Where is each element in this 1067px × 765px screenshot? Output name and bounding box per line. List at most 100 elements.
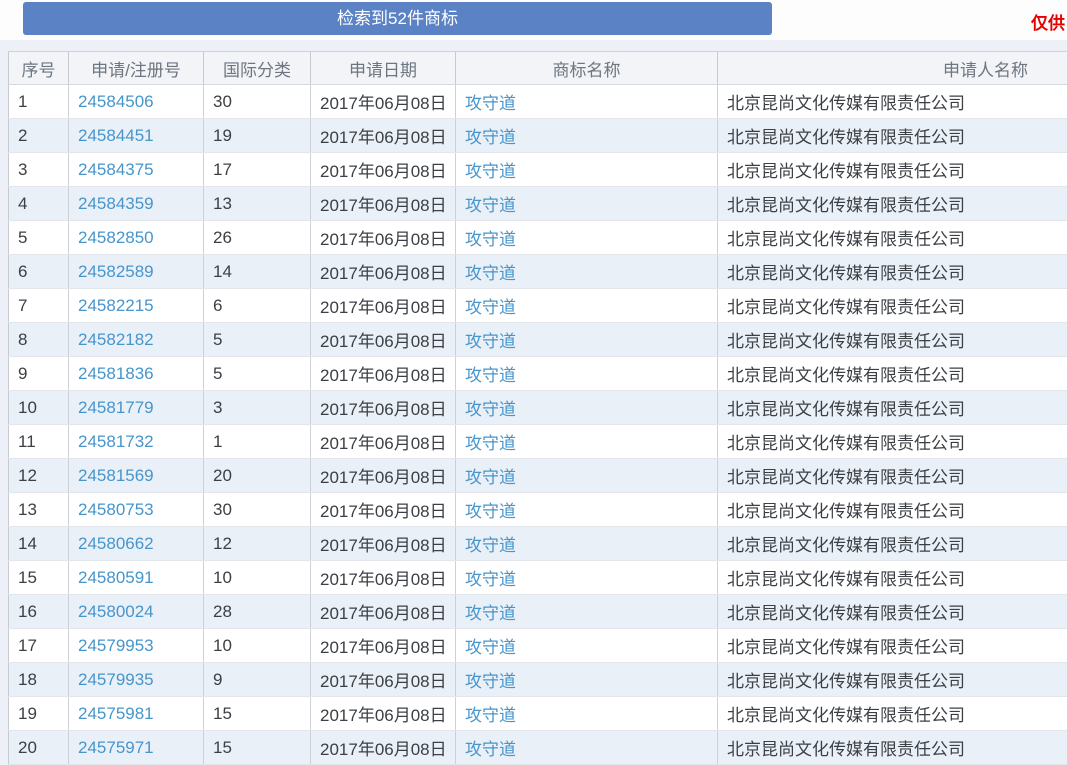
column-header-applicant-name: 申请人名称: [718, 52, 1067, 85]
cell-application-date: 2017年06月08日: [311, 323, 456, 357]
cell-trademark-name: 攻守道: [456, 357, 718, 391]
table-row: 124584506302017年06月08日攻守道北京昆尚文化传媒有限责任公司: [9, 85, 1067, 119]
cell-intl-class: 30: [204, 85, 311, 119]
results-table-wrap: 序号申请/注册号国际分类申请日期商标名称申请人名称 12458450630201…: [8, 51, 1067, 765]
trademark-name-link[interactable]: 攻守道: [465, 366, 516, 385]
trademark-name-link[interactable]: 攻守道: [465, 128, 516, 147]
cell-intl-class: 30: [204, 493, 311, 527]
cell-applicant-name: 北京昆尚文化传媒有限责任公司: [718, 289, 1067, 323]
cell-trademark-name: 攻守道: [456, 255, 718, 289]
application-number-link[interactable]: 24581779: [78, 398, 154, 417]
application-number-link[interactable]: 24584506: [78, 92, 154, 111]
application-number-link[interactable]: 24581732: [78, 432, 154, 451]
table-row: 1924575981152017年06月08日攻守道北京昆尚文化传媒有限责任公司: [9, 697, 1067, 731]
application-number-link[interactable]: 24580753: [78, 500, 154, 519]
trademark-name-link[interactable]: 攻守道: [465, 332, 516, 351]
cell-index: 9: [9, 357, 69, 391]
trademark-name-link[interactable]: 攻守道: [465, 230, 516, 249]
trademark-name-link[interactable]: 攻守道: [465, 298, 516, 317]
application-number-link[interactable]: 24582589: [78, 262, 154, 281]
cell-application-number: 24581836: [69, 357, 204, 391]
cell-intl-class: 13: [204, 187, 311, 221]
cell-trademark-name: 攻守道: [456, 289, 718, 323]
cell-intl-class: 6: [204, 289, 311, 323]
cell-application-date: 2017年06月08日: [311, 85, 456, 119]
cell-intl-class: 10: [204, 629, 311, 663]
trademark-name-link[interactable]: 攻守道: [465, 94, 516, 113]
trademark-name-link[interactable]: 攻守道: [465, 706, 516, 725]
cell-trademark-name: 攻守道: [456, 425, 718, 459]
trademark-name-link[interactable]: 攻守道: [465, 162, 516, 181]
cell-application-number: 24575971: [69, 731, 204, 765]
cell-index: 20: [9, 731, 69, 765]
table-row: 82458218252017年06月08日攻守道北京昆尚文化传媒有限责任公司: [9, 323, 1067, 357]
application-number-link[interactable]: 24575981: [78, 704, 154, 723]
cell-trademark-name: 攻守道: [456, 731, 718, 765]
application-number-link[interactable]: 24580024: [78, 602, 154, 621]
cell-intl-class: 12: [204, 527, 311, 561]
trademark-name-link[interactable]: 攻守道: [465, 434, 516, 453]
cell-application-date: 2017年06月08日: [311, 663, 456, 697]
cell-applicant-name: 北京昆尚文化传媒有限责任公司: [718, 697, 1067, 731]
cell-intl-class: 10: [204, 561, 311, 595]
application-number-link[interactable]: 24582850: [78, 228, 154, 247]
column-header-trademark-name: 商标名称: [456, 52, 718, 85]
application-number-link[interactable]: 24575971: [78, 738, 154, 757]
cell-intl-class: 15: [204, 697, 311, 731]
cell-application-date: 2017年06月08日: [311, 697, 456, 731]
result-count-label: 检索到52件商标: [337, 9, 458, 28]
trademark-name-link[interactable]: 攻守道: [465, 264, 516, 283]
trademark-name-link[interactable]: 攻守道: [465, 638, 516, 657]
cell-application-date: 2017年06月08日: [311, 493, 456, 527]
table-row: 1324580753302017年06月08日攻守道北京昆尚文化传媒有限责任公司: [9, 493, 1067, 527]
application-number-link[interactable]: 24580591: [78, 568, 154, 587]
cell-trademark-name: 攻守道: [456, 595, 718, 629]
application-number-link[interactable]: 24582215: [78, 296, 154, 315]
cell-applicant-name: 北京昆尚文化传媒有限责任公司: [718, 595, 1067, 629]
cell-application-number: 24580591: [69, 561, 204, 595]
cell-application-number: 24579953: [69, 629, 204, 663]
cell-trademark-name: 攻守道: [456, 697, 718, 731]
cell-application-number: 24581569: [69, 459, 204, 493]
cell-index: 11: [9, 425, 69, 459]
cell-applicant-name: 北京昆尚文化传媒有限责任公司: [718, 391, 1067, 425]
cell-applicant-name: 北京昆尚文化传媒有限责任公司: [718, 493, 1067, 527]
table-row: 92458183652017年06月08日攻守道北京昆尚文化传媒有限责任公司: [9, 357, 1067, 391]
cell-index: 3: [9, 153, 69, 187]
trademark-name-link[interactable]: 攻守道: [465, 604, 516, 623]
cell-applicant-name: 北京昆尚文化传媒有限责任公司: [718, 119, 1067, 153]
cell-trademark-name: 攻守道: [456, 493, 718, 527]
application-number-link[interactable]: 24581836: [78, 364, 154, 383]
cell-trademark-name: 攻守道: [456, 119, 718, 153]
application-number-link[interactable]: 24582182: [78, 330, 154, 349]
table-row: 1424580662122017年06月08日攻守道北京昆尚文化传媒有限责任公司: [9, 527, 1067, 561]
application-number-link[interactable]: 24584451: [78, 126, 154, 145]
cell-application-date: 2017年06月08日: [311, 289, 456, 323]
table-row: 182457993592017年06月08日攻守道北京昆尚文化传媒有限责任公司: [9, 663, 1067, 697]
table-row: 102458177932017年06月08日攻守道北京昆尚文化传媒有限责任公司: [9, 391, 1067, 425]
trademark-name-link[interactable]: 攻守道: [465, 672, 516, 691]
cell-application-number: 24579935: [69, 663, 204, 697]
application-number-link[interactable]: 24584359: [78, 194, 154, 213]
trademark-name-link[interactable]: 攻守道: [465, 196, 516, 215]
trademark-name-link[interactable]: 攻守道: [465, 570, 516, 589]
cell-application-number: 24582182: [69, 323, 204, 357]
trademark-name-link[interactable]: 攻守道: [465, 536, 516, 555]
application-number-link[interactable]: 24584375: [78, 160, 154, 179]
cell-intl-class: 20: [204, 459, 311, 493]
application-number-link[interactable]: 24580662: [78, 534, 154, 553]
cell-application-number: 24575981: [69, 697, 204, 731]
trademark-name-link[interactable]: 攻守道: [465, 502, 516, 521]
cell-trademark-name: 攻守道: [456, 323, 718, 357]
trademark-name-link[interactable]: 攻守道: [465, 740, 516, 759]
cell-index: 4: [9, 187, 69, 221]
application-number-link[interactable]: 24581569: [78, 466, 154, 485]
cell-application-date: 2017年06月08日: [311, 527, 456, 561]
cell-application-date: 2017年06月08日: [311, 221, 456, 255]
trademark-name-link[interactable]: 攻守道: [465, 400, 516, 419]
cell-trademark-name: 攻守道: [456, 459, 718, 493]
application-number-link[interactable]: 24579953: [78, 636, 154, 655]
trademark-name-link[interactable]: 攻守道: [465, 468, 516, 487]
cell-application-number: 24582215: [69, 289, 204, 323]
application-number-link[interactable]: 24579935: [78, 670, 154, 689]
